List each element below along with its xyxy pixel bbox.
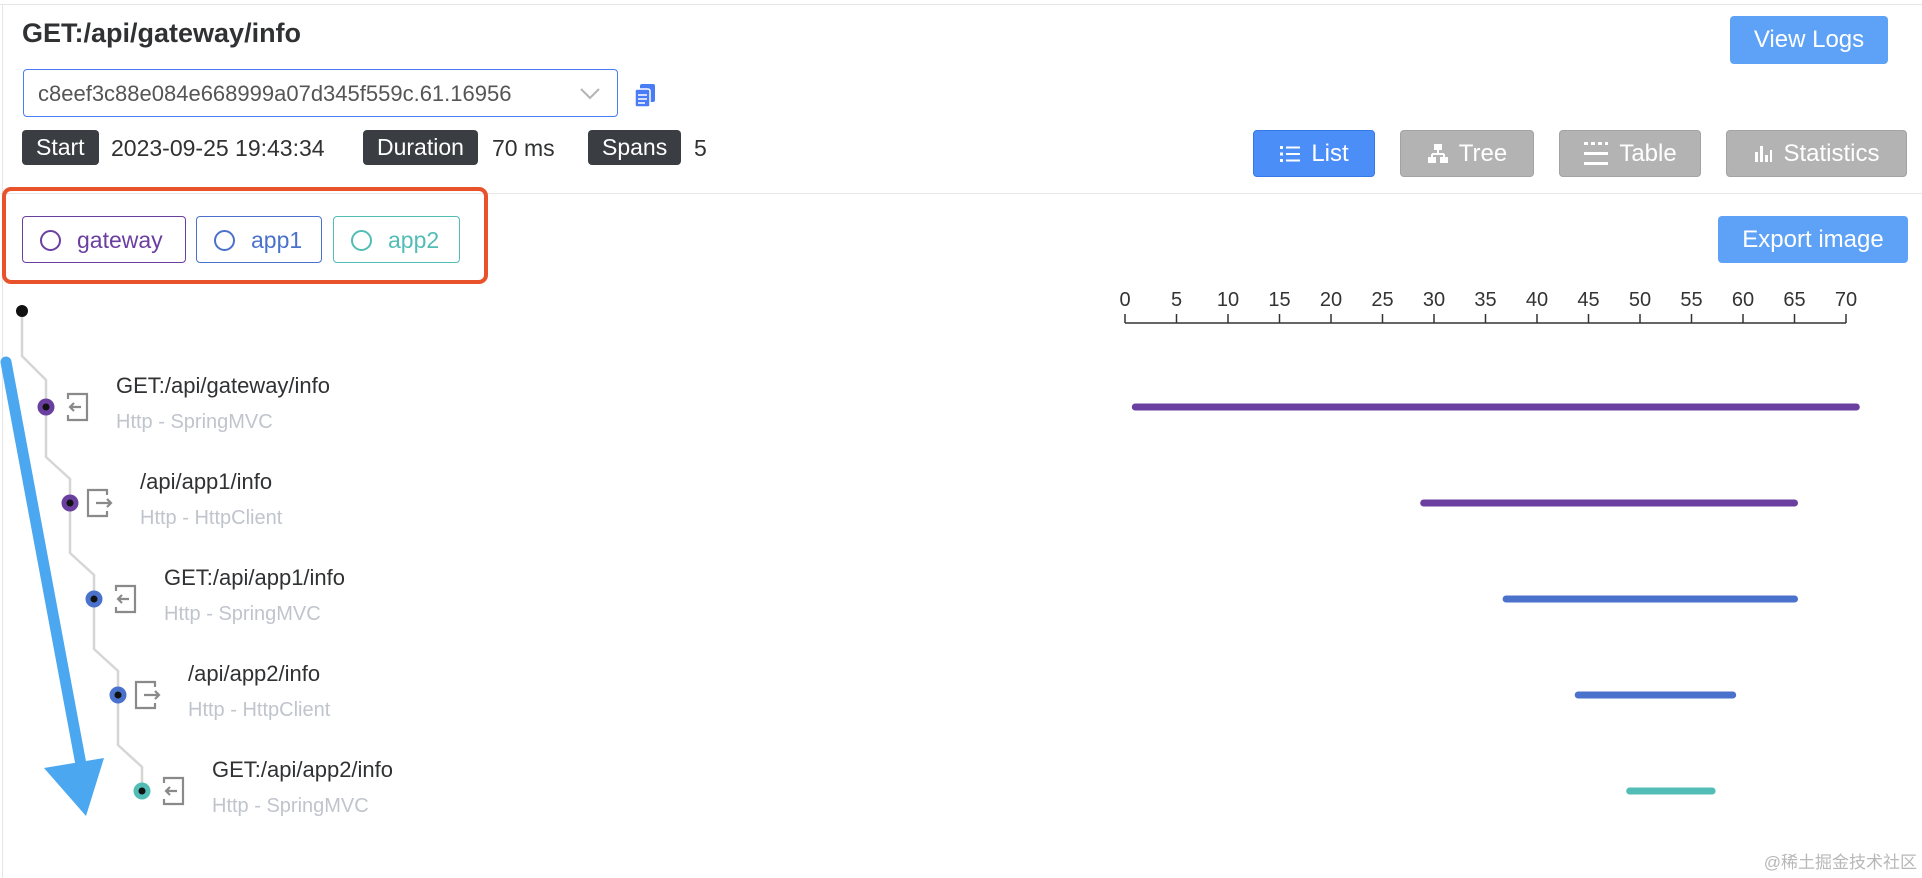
span-exit-icon <box>86 488 113 518</box>
trace-detail-panel: GET:/api/gateway/info c8eef3c88e084e6689… <box>0 0 1922 878</box>
down-arrow-annotation <box>0 356 104 816</box>
axis-tick-label: 5 <box>1171 289 1182 311</box>
span-name[interactable]: /api/app1/info <box>140 469 272 495</box>
span-component: Http - HttpClient <box>140 507 283 529</box>
span-component: Http - HttpClient <box>188 699 331 721</box>
axis-tick-label: 50 <box>1629 289 1651 311</box>
span-name[interactable]: GET:/api/app1/info <box>164 565 345 591</box>
axis-tick-label: 70 <box>1835 289 1857 311</box>
span-name[interactable]: GET:/api/gateway/info <box>116 373 330 399</box>
axis-tick-label: 20 <box>1320 289 1342 311</box>
span-name[interactable]: GET:/api/app2/info <box>212 757 393 783</box>
axis-tick-label: 45 <box>1577 289 1599 311</box>
span-entry-icon <box>114 584 137 614</box>
time-axis: 0 5 10 15 20 25 30 35 40 45 50 55 60 65 70 <box>1119 289 1857 324</box>
span-component: Http - SpringMVC <box>116 411 273 433</box>
span-component: Http - SpringMVC <box>164 603 321 625</box>
axis-tick-label: 30 <box>1423 289 1445 311</box>
root-node-dot <box>16 305 28 317</box>
span-entry-icon <box>66 392 89 422</box>
span-node-center <box>66 499 74 507</box>
axis-tick-label: 35 <box>1474 289 1496 311</box>
span-exit-icon <box>134 680 161 710</box>
span-name[interactable]: /api/app2/info <box>188 661 320 687</box>
axis-tick-label: 15 <box>1268 289 1290 311</box>
span-node-center <box>114 691 122 699</box>
axis-tick-label: 25 <box>1371 289 1393 311</box>
axis-tick-label: 55 <box>1680 289 1702 311</box>
axis-tick-label: 65 <box>1783 289 1805 311</box>
trace-waterfall: 0 5 10 15 20 25 30 35 40 45 50 55 60 65 70 <box>0 289 1860 816</box>
span-node-center <box>42 403 50 411</box>
span-node-center <box>90 595 98 603</box>
span-entry-icon <box>162 776 185 806</box>
axis-tick-label: 0 <box>1119 289 1130 311</box>
span-node-center <box>138 787 146 795</box>
watermark: @稀土掘金技术社区 <box>1763 853 1917 872</box>
axis-tick-label: 60 <box>1732 289 1754 311</box>
axis-tick-label: 10 <box>1217 289 1239 311</box>
span-component: Http - SpringMVC <box>212 795 369 817</box>
axis-tick-label: 40 <box>1526 289 1548 311</box>
